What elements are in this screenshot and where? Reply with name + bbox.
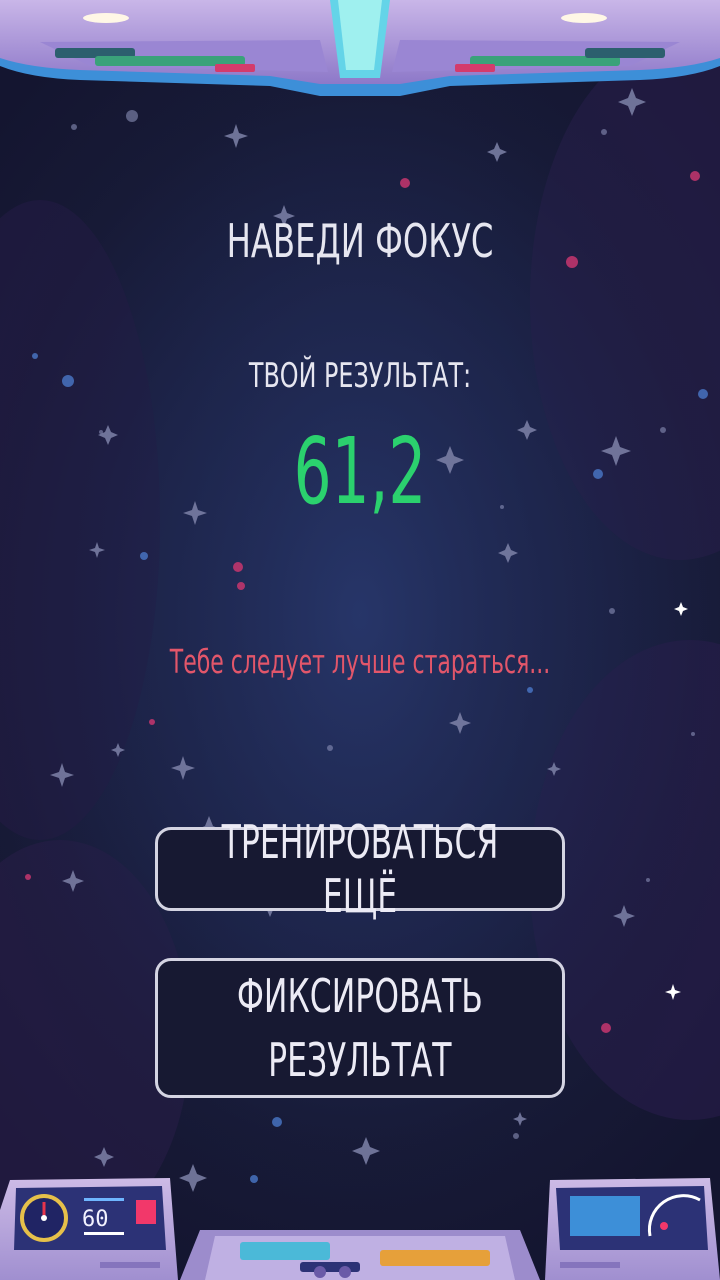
result-score: 61,2 <box>293 418 427 525</box>
fix-result-button[interactable]: ФИКСИРОВАТЬ РЕЗУЛЬТАТ <box>155 958 565 1098</box>
train-again-button[interactable]: ТРЕНИРОВАТЬСЯ ЕЩЁ <box>155 815 565 923</box>
train-again-label: ТРЕНИРОВАТЬСЯ ЕЩЁ <box>221 815 499 923</box>
game-screen: НАВЕДИ ФОКУС ТВОЙ РЕЗУЛЬТАТ: 61,2 Тебе с… <box>0 0 720 1280</box>
feedback-message: Тебе следует лучше стараться... <box>169 642 551 681</box>
game-title: НАВЕДИ ФОКУС <box>226 214 494 268</box>
speed-readout: 60 <box>82 1207 109 1232</box>
result-label: ТВОЙ РЕЗУЛЬТАТ: <box>248 356 472 396</box>
fix-result-label: ФИКСИРОВАТЬ РЕЗУЛЬТАТ <box>236 969 484 1087</box>
